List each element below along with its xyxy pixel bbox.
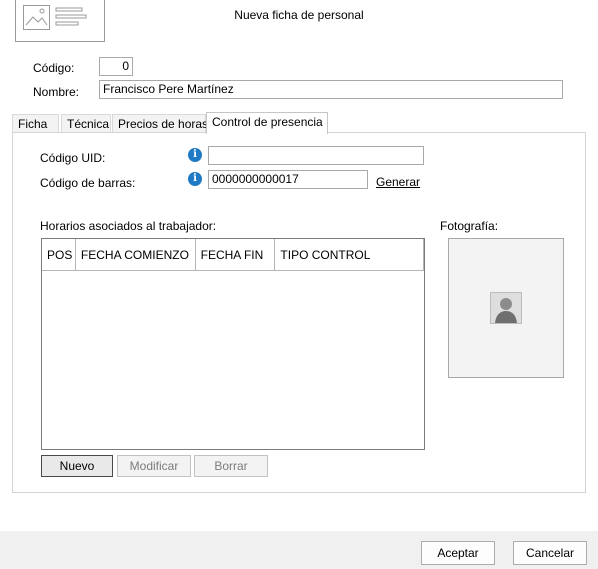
aceptar-button[interactable]: Aceptar [421, 541, 495, 565]
horarios-label: Horarios asociados al trabajador: [40, 219, 217, 233]
tab-precios-de-horas[interactable]: Precios de horas [112, 114, 208, 134]
nombre-field[interactable]: Francisco Pere Martínez [99, 80, 563, 99]
generar-link[interactable]: Generar [376, 175, 420, 189]
nombre-label: Nombre: [33, 85, 80, 99]
codigo-uid-field[interactable] [208, 146, 424, 165]
column-header-fecha-comienzo[interactable]: FECHA COMIENZO [76, 239, 196, 271]
borrar-button[interactable]: Borrar [194, 455, 268, 477]
tab-ficha[interactable]: Ficha [12, 114, 59, 134]
window-title: Nueva ficha de personal [234, 8, 364, 22]
tab-control-de-presencia[interactable]: Control de presencia [206, 112, 328, 134]
info-icon[interactable]: i [188, 148, 202, 162]
person-photo-icon [490, 292, 522, 324]
modificar-button[interactable]: Modificar [117, 455, 191, 477]
nuevo-button[interactable]: Nuevo [41, 455, 113, 477]
column-header-fecha-fin[interactable]: FECHA FIN [196, 239, 276, 271]
column-header-tipo-control[interactable]: TIPO CONTROL [275, 239, 425, 271]
codigo-uid-label: Código UID: [40, 151, 106, 165]
horarios-table-header: POS FECHA COMIENZO FECHA FIN TIPO CONTRO… [42, 239, 425, 271]
horarios-table[interactable]: POS FECHA COMIENZO FECHA FIN TIPO CONTRO… [41, 238, 425, 450]
codigo-barras-label: Código de barras: [40, 176, 136, 190]
cancelar-button[interactable]: Cancelar [513, 541, 587, 565]
dialog-footer [0, 531, 598, 569]
fotografia-box[interactable] [448, 238, 564, 378]
tab-tecnica[interactable]: Técnica [61, 114, 111, 134]
codigo-field[interactable]: 0 [99, 57, 133, 76]
column-header-pos[interactable]: POS [42, 239, 76, 271]
fotografia-label: Fotografía: [440, 219, 499, 233]
info-icon[interactable]: i [188, 172, 202, 186]
codigo-barras-field[interactable]: 0000000000017 [208, 170, 368, 189]
codigo-label: Código: [33, 61, 75, 75]
